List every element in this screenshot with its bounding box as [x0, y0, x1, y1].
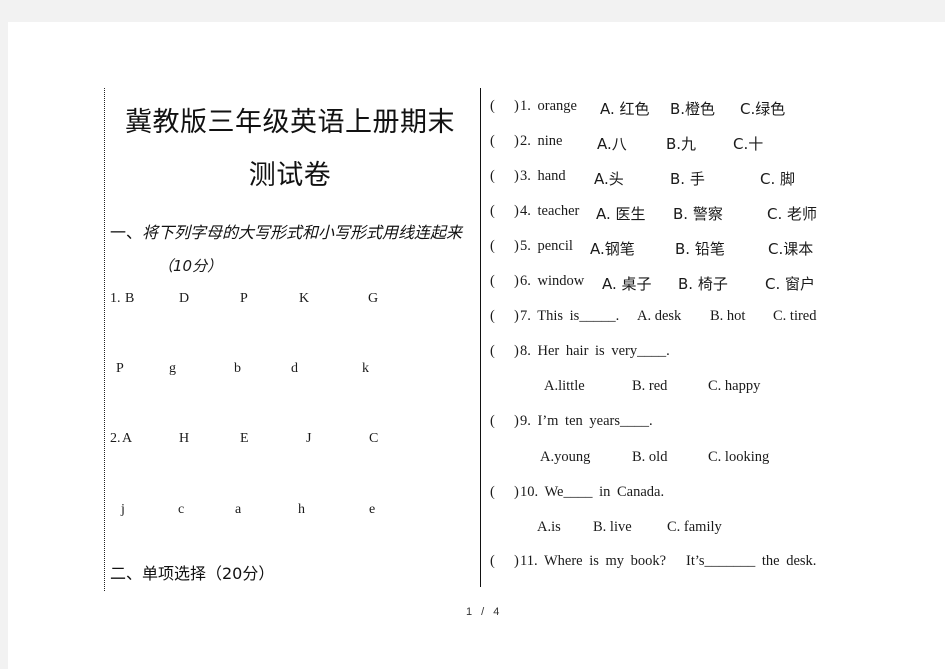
- letter: g: [169, 361, 176, 376]
- option-c: C.绿色: [740, 100, 786, 118]
- answer-blank-close: ): [514, 203, 519, 219]
- answer-blank-open: (: [490, 98, 495, 114]
- answer-blank-open: (: [490, 238, 495, 254]
- option-b: B.橙色: [670, 100, 716, 118]
- option-a: A. 桌子: [602, 275, 652, 293]
- option-a: A.八: [597, 135, 627, 153]
- question-stem: 2. nine: [520, 133, 563, 149]
- letter: J: [306, 431, 312, 446]
- letter: a: [235, 502, 242, 517]
- answer-blank-close: ): [514, 133, 519, 149]
- question-stem: 11. Where is my book? It’s_______ the de…: [520, 553, 817, 569]
- page-indicator: 1 / 4: [466, 606, 503, 618]
- answer-blank-close: ): [514, 273, 519, 289]
- letter: K: [299, 291, 310, 306]
- letter: A: [122, 431, 133, 446]
- row-label: 1.: [110, 291, 121, 306]
- answer-blank-open: (: [490, 413, 495, 429]
- option-c: C. 老师: [767, 205, 818, 223]
- answer-blank-close: ): [514, 413, 519, 429]
- letter: h: [298, 502, 305, 517]
- letter: G: [368, 291, 379, 306]
- letter: e: [369, 502, 376, 517]
- option-c: C. family: [667, 519, 722, 535]
- letter-row: j c a h e: [8, 502, 478, 522]
- option-c: C. 脚: [760, 170, 796, 188]
- question-stem: 1. orange: [520, 98, 577, 114]
- option-a: A.little: [544, 378, 585, 394]
- option-b: B. red: [632, 378, 668, 394]
- option-a: A. 医生: [596, 205, 646, 223]
- answer-blank-close: ): [514, 238, 519, 254]
- option-a: A.头: [594, 170, 624, 188]
- letter: k: [362, 361, 369, 376]
- section1-score: （10分）: [158, 257, 223, 275]
- letter: D: [179, 291, 190, 306]
- letter: C: [369, 431, 379, 446]
- option-b: B. old: [632, 449, 668, 465]
- option-c: C.课本: [768, 240, 814, 258]
- option-c: C. happy: [708, 378, 761, 394]
- option-a: A.is: [537, 519, 561, 535]
- letter: P: [116, 361, 124, 376]
- answer-blank-open: (: [490, 484, 495, 500]
- answer-blank-close: ): [514, 98, 519, 114]
- option-a: A. 红色: [600, 100, 650, 118]
- option-a: A.young: [540, 449, 591, 465]
- letter: E: [240, 431, 249, 446]
- section1-instruction: 将下列字母的大写形式和小写形式用线连起来: [142, 223, 463, 242]
- option-a: A.钢笔: [590, 240, 635, 258]
- question-stem: 6. window: [520, 273, 585, 289]
- option-a: A. desk: [637, 308, 682, 324]
- letter: j: [121, 502, 125, 517]
- option-c: C. 窗户: [765, 275, 816, 293]
- option-b: B. 铅笔: [675, 240, 725, 258]
- letter: c: [178, 502, 185, 517]
- answer-blank-open: (: [490, 203, 495, 219]
- letter: B: [125, 291, 135, 306]
- answer-blank-close: ): [514, 484, 519, 500]
- answer-blank-open: (: [490, 308, 495, 324]
- question-stem: 5. pencil: [520, 238, 573, 254]
- answer-blank-open: (: [490, 168, 495, 184]
- document-page: 冀教版三年级英语上册期末 测试卷 一、将下列字母的大写形式和小写形式用线连起来 …: [8, 22, 945, 669]
- section2-heading: 二、单项选择（20分）: [110, 564, 275, 583]
- answer-blank-open: (: [490, 133, 495, 149]
- question-stem: 8. Her hair is very____.: [520, 343, 670, 359]
- option-b: B. 椅子: [678, 275, 728, 293]
- letter: P: [240, 291, 248, 306]
- answer-blank-open: (: [490, 273, 495, 289]
- column-divider-line: [480, 88, 481, 587]
- letter-row: 1. B D P K G: [8, 291, 478, 311]
- exam-title: 冀教版三年级英语上册期末: [125, 107, 455, 138]
- letter-row: P g b d k: [8, 361, 478, 381]
- option-b: B.九: [666, 135, 697, 153]
- option-c: C.十: [733, 135, 764, 153]
- question-stem: 3. hand: [520, 168, 566, 184]
- section1-prefix: 一、: [110, 223, 143, 242]
- option-c: C. looking: [708, 449, 770, 465]
- answer-blank-close: ): [514, 168, 519, 184]
- option-b: B. live: [593, 519, 632, 535]
- letter: d: [291, 361, 298, 376]
- letter: b: [234, 361, 241, 376]
- option-b: B. hot: [710, 308, 746, 324]
- answer-blank-close: ): [514, 553, 519, 569]
- option-b: B. 手: [670, 170, 705, 188]
- row-label: 2.: [110, 431, 121, 446]
- letter-row: 2. A H E J C: [8, 431, 478, 451]
- answer-blank-close: ): [514, 343, 519, 359]
- letter: H: [179, 431, 190, 446]
- option-c: C. tired: [773, 308, 817, 324]
- answer-blank-open: (: [490, 553, 495, 569]
- section1-heading: 一、将下列字母的大写形式和小写形式用线连起来: [110, 219, 462, 243]
- question-stem: 10. We____ in Canada.: [520, 484, 665, 500]
- option-b: B. 警察: [673, 205, 723, 223]
- exam-title-line2: 测试卷: [248, 160, 332, 191]
- question-stem: 9. I’m ten years____.: [520, 413, 653, 429]
- answer-blank-close: ): [514, 308, 519, 324]
- question-stem: 7. This is_____.: [520, 308, 620, 324]
- answer-blank-open: (: [490, 343, 495, 359]
- question-stem: 4. teacher: [520, 203, 580, 219]
